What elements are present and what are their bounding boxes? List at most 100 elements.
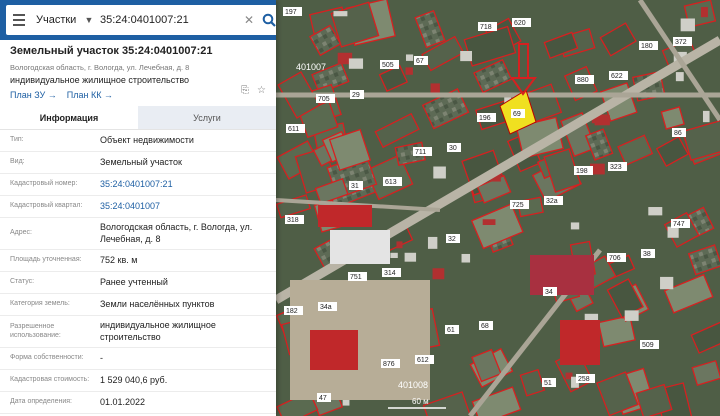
attribute-row: Площадь уточненная: 752 кв. м xyxy=(0,250,276,272)
plot-number: 68 xyxy=(481,323,489,330)
plot-number: 67 xyxy=(416,58,424,65)
attribute-value: Земли населённых пунктов xyxy=(100,298,215,309)
map-roof xyxy=(624,310,639,321)
attribute-row: Статус: Ранее учтенный xyxy=(0,272,276,294)
attribute-row: Вид: Земельный участок xyxy=(0,152,276,174)
plot-number: 31 xyxy=(351,183,359,190)
attribute-label: Кадастровый номер: xyxy=(10,180,78,188)
attribute-value: индивидуальное жилищное строительство xyxy=(100,319,216,342)
plot-number: 323 xyxy=(610,164,622,171)
plot-number: 258 xyxy=(578,376,590,383)
map-roof xyxy=(570,222,580,230)
plan-zu-link[interactable]: План ЗУ → xyxy=(10,90,57,100)
tabs: Информация Услуги xyxy=(0,106,276,130)
plot-number: 196 xyxy=(479,115,491,122)
attribute-value: Объект недвижимости xyxy=(100,134,194,145)
map-roof xyxy=(667,226,679,238)
map-building xyxy=(318,205,372,227)
map-building xyxy=(530,255,594,295)
menu-icon[interactable] xyxy=(6,5,32,35)
parcel-header: Земельный участок 35:24:0401007:21 Волог… xyxy=(0,40,276,102)
attribute-row: Тип: Объект недвижимости xyxy=(0,130,276,152)
search-icon xyxy=(262,13,276,27)
map-roof xyxy=(427,236,438,249)
map-roof xyxy=(660,276,674,290)
tab-services[interactable]: Услуги xyxy=(138,106,276,129)
map-roof xyxy=(396,241,403,249)
clear-icon[interactable]: ✕ xyxy=(242,13,256,27)
attribute-link[interactable]: 35:24:0401007:21 xyxy=(100,179,270,191)
attribute-label: Вид: xyxy=(10,158,25,166)
share-icon[interactable]: ⎘ xyxy=(241,85,249,96)
attribute-link[interactable]: 35:24:0401007 xyxy=(100,201,270,213)
plot-number: 880 xyxy=(577,77,589,84)
plot-number: 505 xyxy=(382,62,394,69)
attribute-table: Тип: Объект недвижимости Вид: Земельный уча… xyxy=(0,130,276,414)
plan-kk-link[interactable]: План КК → xyxy=(67,90,113,100)
attribute-value: Вологодская область, г. Вологда, ул. Леч… xyxy=(100,221,253,244)
map-roof xyxy=(648,207,663,216)
attribute-label: Адрес: xyxy=(10,229,32,237)
tab-info[interactable]: Информация xyxy=(0,106,138,129)
plot-number: 612 xyxy=(417,357,429,364)
search-button[interactable] xyxy=(256,5,276,35)
info-panel: Участки ▼ ✕ Земельный участок 35:24:0401… xyxy=(0,0,276,416)
attribute-label: Разрешенное использование: xyxy=(10,322,61,339)
map-building xyxy=(560,320,600,365)
plot-number: 705 xyxy=(318,96,330,103)
attribute-row: Кадастровый квартал: 35:24:0401007 xyxy=(0,196,276,218)
map-roof xyxy=(680,18,695,32)
map-roof xyxy=(461,253,471,263)
plot-number: 747 xyxy=(673,221,685,228)
attribute-value: 01.01.2022 xyxy=(100,396,146,407)
attribute-row: Категория земель: Земли населённых пункто… xyxy=(0,294,276,316)
map-roof xyxy=(333,11,348,17)
plot-number: 30 xyxy=(449,145,457,152)
map-building xyxy=(310,330,358,370)
map-roof xyxy=(430,83,440,93)
plot-number: 372 xyxy=(675,39,687,46)
plot-number: 38 xyxy=(643,251,651,258)
plot-number: 613 xyxy=(385,179,397,186)
plot-number: 34а xyxy=(320,304,332,311)
header-actions: ⎘ ☆ xyxy=(241,85,266,96)
plot-number: 34 xyxy=(545,289,553,296)
attribute-row: Дата определения: 01.01.2022 xyxy=(0,392,276,414)
search-input[interactable] xyxy=(96,7,242,33)
chevron-down-icon[interactable]: ▼ xyxy=(82,15,96,25)
attribute-value: Земельный участок xyxy=(100,156,182,167)
attribute-label: Кадастровая стоимость: xyxy=(10,376,90,384)
map-roof xyxy=(404,252,417,262)
map-roof xyxy=(405,67,413,75)
attribute-label: Тип: xyxy=(10,136,24,144)
svg-text:60 м: 60 м xyxy=(412,397,429,406)
attribute-row: Кадастровая стоимость: 1 529 040,6 руб. xyxy=(0,370,276,392)
map-roof xyxy=(432,268,445,280)
star-icon[interactable]: ☆ xyxy=(257,85,266,96)
plot-number: 180 xyxy=(641,43,653,50)
plot-number: 86 xyxy=(674,130,682,137)
attribute-value: Ранее учтенный xyxy=(100,276,168,287)
map-building xyxy=(330,230,390,264)
plot-number: 751 xyxy=(350,274,362,281)
attribute-row: Форма собственности: - xyxy=(0,348,276,370)
attribute-label: Дата определения: xyxy=(10,398,72,406)
plan-links: План ЗУ → План КК → xyxy=(10,90,266,100)
plot-number: 32а xyxy=(546,198,558,205)
plot-number: 314 xyxy=(384,270,396,277)
block-label: 401007 xyxy=(296,62,326,72)
attribute-row: Адрес: Вологодская область, г. Вологда, у… xyxy=(0,218,276,250)
plot-number: 61 xyxy=(447,327,455,334)
map-roof xyxy=(433,166,446,179)
plot-number: 69 xyxy=(513,111,521,118)
search-box: Участки ▼ ✕ xyxy=(6,5,276,35)
plot-number: 197 xyxy=(285,9,297,16)
block-label: 401008 xyxy=(398,380,428,390)
plot-number: 711 xyxy=(415,149,426,156)
attribute-value: - xyxy=(100,352,103,363)
attribute-label: Категория земель: xyxy=(10,300,70,308)
plot-number: 876 xyxy=(383,361,395,368)
layer-select[interactable]: Участки xyxy=(32,14,82,26)
parcel-title: Земельный участок 35:24:0401007:21 xyxy=(10,45,213,57)
attribute-label: Кадастровый квартал: xyxy=(10,202,83,210)
